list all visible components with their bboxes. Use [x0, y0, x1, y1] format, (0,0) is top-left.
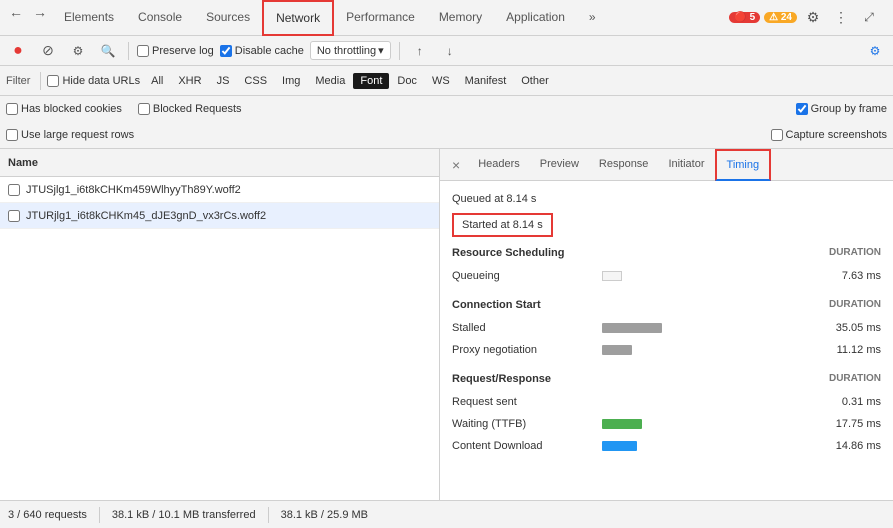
- timing-section: Resource SchedulingDURATIONQueueing7.63 …: [452, 247, 881, 287]
- warning-badge: ⚠ 24: [764, 12, 797, 23]
- download-button[interactable]: ↓: [438, 39, 462, 63]
- file-list-header: Name: [0, 149, 439, 177]
- error-badge: 🔴 5: [729, 12, 760, 23]
- timing-bar: [602, 323, 662, 333]
- close-detail-button[interactable]: ×: [444, 157, 468, 173]
- tab-network[interactable]: Network: [262, 0, 334, 36]
- filter-type-ws[interactable]: WS: [425, 73, 457, 89]
- timing-row: Queueing7.63 ms: [452, 265, 881, 287]
- back-button[interactable]: ←: [4, 0, 28, 24]
- separator2: [399, 42, 400, 60]
- tab-more[interactable]: »: [577, 0, 608, 36]
- tab-performance[interactable]: Performance: [334, 0, 427, 36]
- group-by-frame-checkbox[interactable]: Group by frame: [796, 103, 887, 115]
- separator3: [40, 72, 41, 90]
- requests-count: 3 / 640 requests: [8, 509, 87, 521]
- capture-screenshots-checkbox[interactable]: Capture screenshots: [771, 129, 888, 141]
- record-button[interactable]: ●: [6, 39, 30, 63]
- blocked-requests-checkbox[interactable]: Blocked Requests: [138, 103, 242, 115]
- filter-type-doc[interactable]: Doc: [390, 73, 424, 89]
- detail-tab-headers[interactable]: Headers: [468, 149, 530, 181]
- detail-tab-response[interactable]: Response: [589, 149, 659, 181]
- timing-section: Connection StartDURATIONStalled35.05 msP…: [452, 299, 881, 361]
- detail-tab-bar: × HeadersPreviewResponseInitiatorTiming: [440, 149, 893, 181]
- network-settings-button[interactable]: ⚙: [863, 39, 887, 63]
- use-large-rows-checkbox[interactable]: Use large request rows: [6, 129, 134, 141]
- filter-type-font[interactable]: Font: [353, 73, 389, 89]
- timing-row: Waiting (TTFB)17.75 ms: [452, 413, 881, 435]
- filter-type-manifest[interactable]: Manifest: [458, 73, 514, 89]
- timing-bar: [602, 419, 642, 429]
- hide-data-urls-checkbox[interactable]: Hide data URLs: [47, 75, 140, 87]
- filter-type-xhr[interactable]: XHR: [171, 73, 208, 89]
- options-bar: Has blocked cookies Blocked Requests Gro…: [0, 96, 893, 149]
- filter-type-other[interactable]: Other: [514, 73, 556, 89]
- detail-panel: × HeadersPreviewResponseInitiatorTiming …: [440, 149, 893, 500]
- started-text: Started at 8.14 s: [452, 213, 553, 237]
- settings-button[interactable]: ⚙: [801, 6, 825, 30]
- filter-type-img[interactable]: Img: [275, 73, 307, 89]
- file-row[interactable]: JTUSjlg1_i6t8kCHKm459WlhyyTh89Y.woff2: [0, 177, 439, 203]
- timing-row: Content Download14.86 ms: [452, 435, 881, 457]
- timing-bar: [602, 441, 637, 451]
- detail-tab-timing[interactable]: Timing: [715, 149, 772, 181]
- tab-elements[interactable]: Elements: [52, 0, 126, 36]
- preserve-log-checkbox[interactable]: Preserve log: [137, 45, 214, 57]
- filter-type-css[interactable]: CSS: [237, 73, 274, 89]
- filter-type-all[interactable]: All: [144, 73, 170, 89]
- upload-button[interactable]: ↑: [408, 39, 432, 63]
- main-content: Name JTUSjlg1_i6t8kCHKm459WlhyyTh89Y.wof…: [0, 149, 893, 500]
- file-list-panel: Name JTUSjlg1_i6t8kCHKm459WlhyyTh89Y.wof…: [0, 149, 440, 500]
- timing-content: Queued at 8.14 s Started at 8.14 s Resou…: [440, 181, 893, 500]
- detail-tab-initiator[interactable]: Initiator: [658, 149, 714, 181]
- timing-row: Stalled35.05 ms: [452, 317, 881, 339]
- search-button[interactable]: 🔍: [96, 39, 120, 63]
- has-blocked-cookies-checkbox[interactable]: Has blocked cookies: [6, 103, 122, 115]
- empty-bar: [602, 271, 622, 281]
- transferred-size: 38.1 kB / 10.1 MB transferred: [112, 509, 256, 521]
- tab-bar: ← → Elements Console Sources Network Per…: [0, 0, 893, 36]
- resources-size: 38.1 kB / 25.9 MB: [281, 509, 368, 521]
- more-button[interactable]: ⋮: [829, 6, 853, 30]
- tab-memory[interactable]: Memory: [427, 0, 494, 36]
- tab-sources[interactable]: Sources: [194, 0, 262, 36]
- filter-label: Filter: [6, 75, 30, 87]
- status-bar: 3 / 640 requests 38.1 kB / 10.1 MB trans…: [0, 500, 893, 528]
- detail-tab-preview[interactable]: Preview: [530, 149, 589, 181]
- file-row[interactable]: JTURjlg1_i6t8kCHKm45_dJE3gnD_vx3rCs.woff…: [0, 203, 439, 229]
- tab-console[interactable]: Console: [126, 0, 194, 36]
- queued-text: Queued at 8.14 s: [452, 189, 881, 209]
- disable-cache-checkbox[interactable]: Disable cache: [220, 45, 304, 57]
- filter-type-js[interactable]: JS: [210, 73, 237, 89]
- undock-button[interactable]: ⤢: [857, 6, 881, 30]
- stop-button[interactable]: ⊘: [36, 39, 60, 63]
- filter-bar: Filter Hide data URLs AllXHRJSCSSImgMedi…: [0, 66, 893, 96]
- filter-type-media[interactable]: Media: [308, 73, 352, 89]
- tab-application[interactable]: Application: [494, 0, 577, 36]
- timing-row: Request sent0.31 ms: [452, 391, 881, 413]
- filter-button[interactable]: ⚙: [66, 39, 90, 63]
- network-toolbar: ● ⊘ ⚙ 🔍 Preserve log Disable cache No th…: [0, 36, 893, 66]
- timing-section: Request/ResponseDURATIONRequest sent0.31…: [452, 373, 881, 457]
- separator: [128, 42, 129, 60]
- timing-row: Proxy negotiation11.12 ms: [452, 339, 881, 361]
- file-list-body: JTUSjlg1_i6t8kCHKm459WlhyyTh89Y.woff2JTU…: [0, 177, 439, 500]
- timing-bar: [602, 345, 632, 355]
- filter-type-buttons: AllXHRJSCSSImgMediaFontDocWSManifestOthe…: [144, 73, 556, 89]
- forward-button[interactable]: →: [28, 0, 52, 24]
- throttling-dropdown[interactable]: No throttling ▾: [310, 41, 391, 60]
